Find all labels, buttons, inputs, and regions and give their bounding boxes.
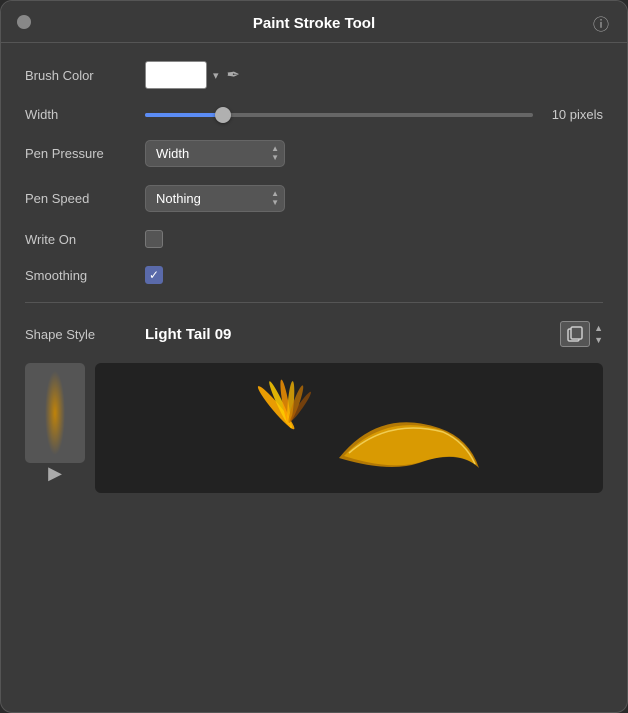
pen-speed-label: Pen Speed [25,191,145,206]
shape-style-section: Shape Style Light Tail 09 ▲ ▼ [25,302,603,493]
width-label: Width [25,107,145,122]
width-value: 10 pixels [543,107,603,122]
brush-color-label: Brush Color [25,68,145,83]
panel-title: Paint Stroke Tool [253,15,375,32]
pen-speed-select-wrapper: Nothing Width Opacity ▲ ▼ [145,185,285,212]
stroke-preview-small [25,363,85,463]
style-arrow-up-icon: ▲ [594,323,603,334]
pen-pressure-select[interactable]: Width Nothing Opacity Size [145,140,285,167]
close-button[interactable] [17,15,31,29]
preview-area: ▶ [25,363,603,493]
play-button[interactable]: ▶ [48,463,62,484]
info-icon: ⓘ [593,11,609,35]
pen-pressure-select-wrapper: Width Nothing Opacity Size ▲ ▼ [145,140,285,167]
paint-stroke-tool-panel: Paint Stroke Tool ⓘ Brush Color ▾ ✒ Widt… [0,0,628,713]
copy-icon-svg [566,325,584,343]
pen-speed-select[interactable]: Nothing Width Opacity [145,185,285,212]
style-arrow-down-icon: ▼ [594,335,603,346]
write-on-checkbox[interactable] [145,230,163,248]
width-row: Width 10 pixels [25,107,603,122]
swoosh-shape [339,422,479,468]
smoothing-label: Smoothing [25,268,145,283]
brush-color-controls: ▾ ✒ [145,61,240,89]
shape-style-arrows[interactable]: ▲ ▼ [594,323,603,346]
shape-style-label: Shape Style [25,327,145,342]
color-dropdown-arrow[interactable]: ▾ [213,69,219,82]
stroke-preview-large [95,363,603,493]
shape-style-row: Shape Style Light Tail 09 ▲ ▼ [25,321,603,347]
width-slider-container: 10 pixels [145,107,603,122]
pen-pressure-label: Pen Pressure [25,146,145,161]
eyedropper-icon[interactable]: ✒ [227,65,240,85]
width-slider-track[interactable] [145,113,533,117]
smoothing-checkbox[interactable]: ✓ [145,266,163,284]
shape-style-value: Light Tail 09 [145,326,560,343]
stroke-small-svg [25,363,85,463]
copy-style-button[interactable] [560,321,590,347]
fan-shape [255,379,313,432]
info-button[interactable]: ⓘ [591,13,611,33]
shape-style-controls: ▲ ▼ [560,321,603,347]
write-on-label: Write On [25,232,145,247]
panel-content: Brush Color ▾ ✒ Width 10 pixels Pen Pres… [1,43,627,511]
title-bar: Paint Stroke Tool ⓘ [1,1,627,42]
brush-color-row: Brush Color ▾ ✒ [25,61,603,89]
smoothing-row: Smoothing ✓ [25,266,603,284]
pen-speed-row: Pen Speed Nothing Width Opacity ▲ ▼ [25,185,603,212]
color-swatch[interactable] [145,61,207,89]
stroke-large-svg [95,363,603,493]
checkmark-icon: ✓ [149,268,159,282]
width-slider-fill [145,113,223,117]
write-on-row: Write On [25,230,603,248]
width-slider-thumb[interactable] [215,107,231,123]
play-icon: ▶ [48,463,62,483]
pen-pressure-row: Pen Pressure Width Nothing Opacity Size … [25,140,603,167]
